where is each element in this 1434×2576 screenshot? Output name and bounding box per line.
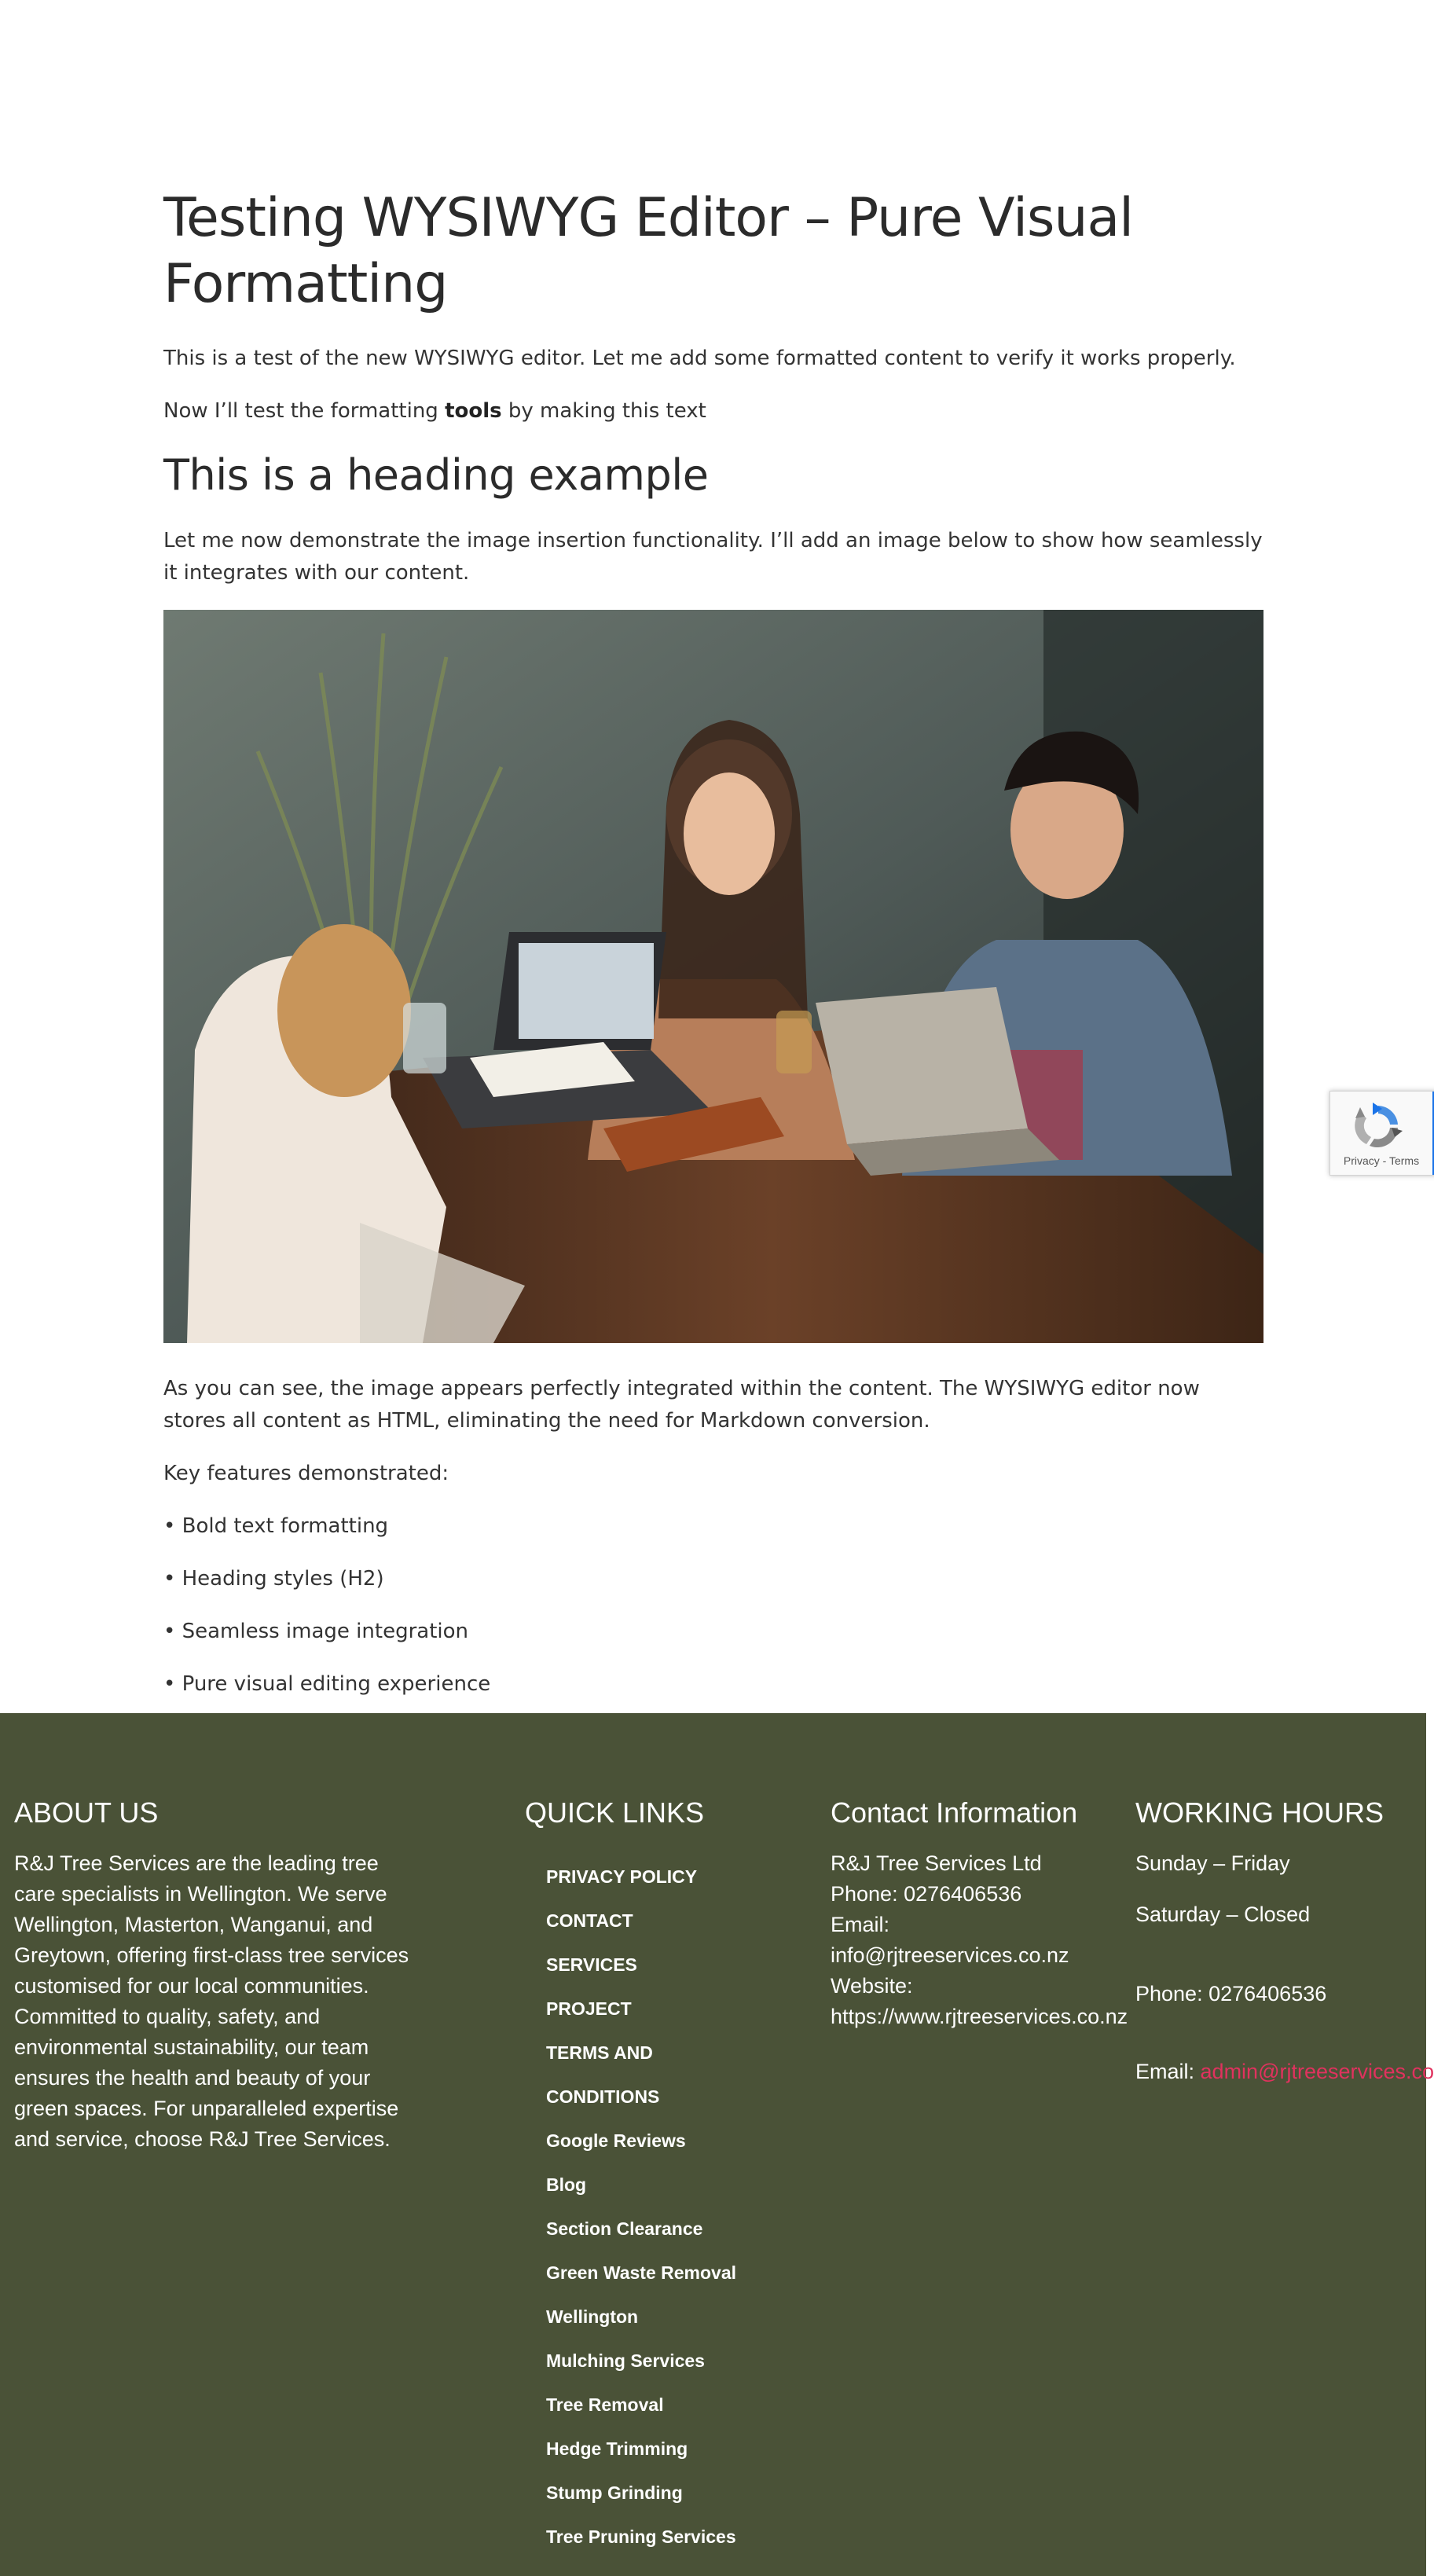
footer-quick-links: QUICK LINKS PRIVACY POLICY CONTACT SERVI… bbox=[525, 1795, 784, 2559]
quick-link-tree-pruning-services[interactable]: Tree Pruning Services bbox=[546, 2515, 784, 2559]
formatting-bold-word: tools bbox=[445, 399, 502, 423]
image-intro-paragraph: Let me now demonstrate the image inserti… bbox=[163, 529, 1263, 585]
contact-website-label: Website: bbox=[831, 1974, 913, 1998]
footer-hours-heading: WORKING HOURS bbox=[1135, 1796, 1384, 1829]
footer-about: ABOUT US R&J Tree Services are the leadi… bbox=[14, 1795, 423, 2155]
feature-item: • Seamless image integration bbox=[163, 1620, 469, 1643]
section-heading: This is a heading example bbox=[163, 450, 709, 500]
feature-item: • Bold text formatting bbox=[163, 1514, 389, 1538]
quick-links-list: PRIVACY POLICY CONTACT SERVICES PROJECT … bbox=[546, 1855, 784, 2559]
footer-about-heading: ABOUT US bbox=[14, 1796, 159, 1829]
hours-email-link[interactable]: admin@rjtreeservices.co.nz bbox=[1201, 2060, 1434, 2083]
contact-phone[interactable]: Phone: 0276406536 bbox=[831, 1879, 1145, 1910]
feature-item: • Pure visual editing experience bbox=[163, 1672, 491, 1696]
footer-contact: Contact Information R&J Tree Services Lt… bbox=[831, 1795, 1145, 2032]
footer-about-text: R&J Tree Services are the leading tree c… bbox=[14, 1851, 409, 2151]
hours-phone[interactable]: Phone: 0276406536 bbox=[1135, 1979, 1434, 2009]
formatting-suffix: by making this text bbox=[501, 399, 706, 423]
hours-email-label: Email: bbox=[1135, 2060, 1201, 2083]
quick-link-hedge-trimming[interactable]: Hedge Trimming bbox=[546, 2427, 784, 2471]
page-title: Testing WYSIWYG Editor – Pure Visual For… bbox=[163, 187, 1134, 315]
feature-item: • Heading styles (H2) bbox=[163, 1567, 384, 1591]
formatting-prefix: Now I’ll test the formatting bbox=[163, 399, 446, 423]
quick-link-project[interactable]: PROJECT bbox=[546, 1987, 784, 2031]
quick-link-blog[interactable]: Blog bbox=[546, 2163, 784, 2207]
hours-saturday: Saturday – Closed bbox=[1135, 1903, 1311, 1926]
footer-quick-links-heading: QUICK LINKS bbox=[525, 1796, 705, 1829]
formatting-paragraph: Now I’ll test the formatting tools by ma… bbox=[163, 395, 1263, 427]
footer-hours: WORKING HOURS Sunday – Friday Saturday –… bbox=[1135, 1795, 1434, 2087]
contact-email-label: Email: bbox=[831, 1913, 890, 1936]
quick-link-contact[interactable]: CONTACT bbox=[546, 1899, 784, 1943]
quick-link-conditions[interactable]: CONDITIONS bbox=[546, 2075, 784, 2119]
hours-email-line: Email: admin@rjtreeservices.co.nz bbox=[1135, 2057, 1434, 2087]
recaptcha-links[interactable]: Privacy - Terms bbox=[1330, 1154, 1432, 1167]
article-photo bbox=[163, 610, 1263, 1343]
after-image-paragraph: As you can see, the image appears perfec… bbox=[163, 1377, 1200, 1433]
quick-link-wellington[interactable]: Wellington bbox=[546, 2295, 784, 2339]
quick-link-green-waste-removal[interactable]: Green Waste Removal bbox=[546, 2251, 784, 2295]
features-label: Key features demonstrated: bbox=[163, 1462, 449, 1485]
quick-link-google-reviews[interactable]: Google Reviews bbox=[546, 2119, 784, 2163]
article: Testing WYSIWYG Editor – Pure Visual For… bbox=[163, 185, 1263, 1721]
quick-link-services[interactable]: SERVICES bbox=[546, 1943, 784, 1987]
quick-link-tree-removal[interactable]: Tree Removal bbox=[546, 2383, 784, 2427]
contact-website[interactable]: https://www.rjtreeservices.co.nz bbox=[831, 2002, 1145, 2032]
quick-link-stump-grinding[interactable]: Stump Grinding bbox=[546, 2471, 784, 2515]
site-footer: ABOUT US R&J Tree Services are the leadi… bbox=[0, 1713, 1434, 2576]
photo-illustration bbox=[163, 610, 1263, 1343]
quick-link-terms[interactable]: TERMS AND bbox=[546, 2031, 784, 2075]
page: Testing WYSIWYG Editor – Pure Visual For… bbox=[0, 0, 1434, 2576]
quick-link-section-clearance[interactable]: Section Clearance bbox=[546, 2207, 784, 2251]
hours-weekdays: Sunday – Friday bbox=[1135, 1851, 1290, 1875]
footer-contact-heading: Contact Information bbox=[831, 1796, 1078, 1829]
quick-link-mulching-services[interactable]: Mulching Services bbox=[546, 2339, 784, 2383]
intro-paragraph: This is a test of the new WYSIWYG editor… bbox=[163, 347, 1236, 370]
recaptcha-badge[interactable]: Privacy - Terms bbox=[1329, 1091, 1434, 1176]
contact-company: R&J Tree Services Ltd bbox=[831, 1851, 1042, 1875]
contact-email[interactable]: info@rjtreeservices.co.nz bbox=[831, 1940, 1145, 1971]
quick-link-privacy-policy[interactable]: PRIVACY POLICY bbox=[546, 1855, 784, 1899]
recaptcha-icon bbox=[1355, 1103, 1403, 1148]
